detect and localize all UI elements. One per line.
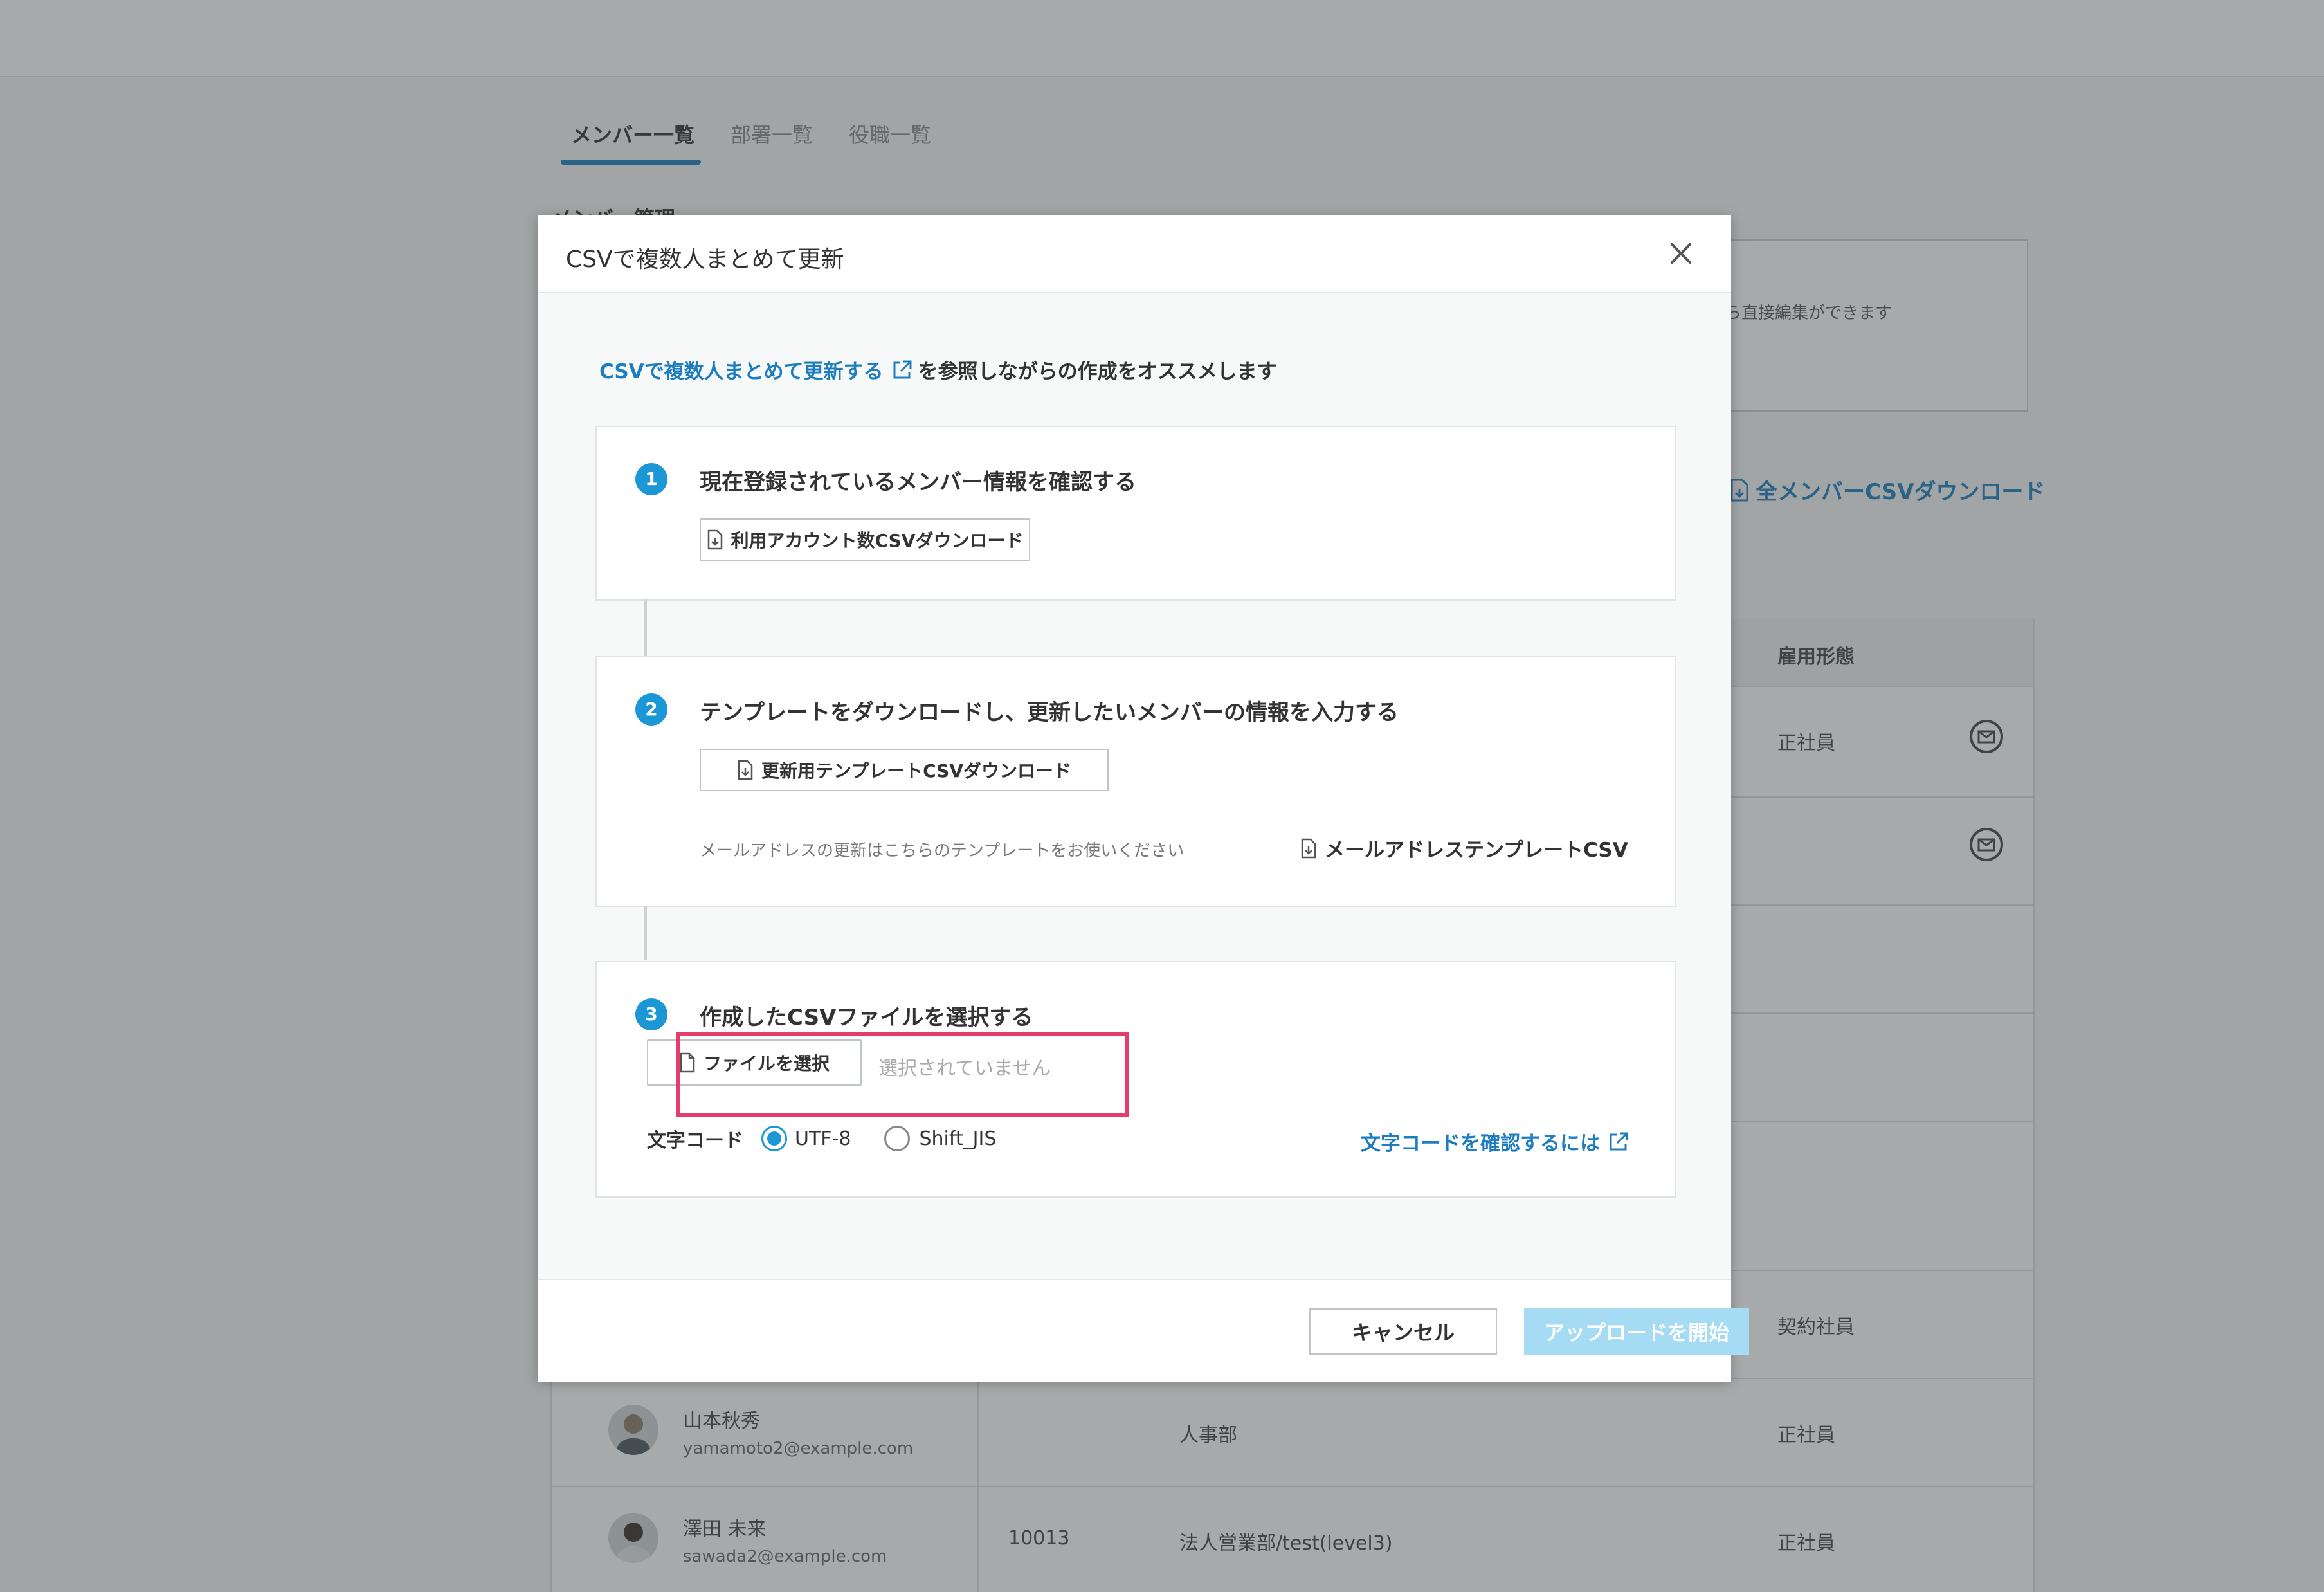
step-connector — [644, 906, 647, 960]
reference-help-link[interactable]: CSVで複数人まとめて更新する — [599, 355, 884, 384]
step-2-title: テンプレートをダウンロードし、更新したいメンバーの情報を入力する — [700, 700, 1399, 726]
mail-address-template-csv-link[interactable]: メールアドレステンプレートCSV — [1300, 834, 1628, 863]
shift-jis-label[interactable]: Shift_JIS — [919, 1128, 996, 1150]
close-icon[interactable] — [1664, 237, 1698, 270]
file-select-highlight-box — [676, 1032, 1129, 1117]
account-count-csv-download-button[interactable]: 利用アカウント数CSVダウンロード — [700, 518, 1030, 561]
csv-download-icon — [1301, 838, 1316, 858]
charset-label: 文字コード — [647, 1130, 743, 1152]
step-2-card: 2 テンプレートをダウンロードし、更新したいメンバーの情報を入力する 更新用テン… — [595, 656, 1676, 907]
reference-suffix: を参照しながらの作成をオススメします — [918, 360, 1277, 383]
step-1-title: 現在登録されているメンバー情報を確認する — [700, 470, 1136, 495]
button-label: 更新用テンプレートCSVダウンロード — [761, 760, 1072, 782]
step-3-number: 3 — [635, 998, 667, 1030]
dialog-title: CSVで複数人まとめて更新 — [566, 246, 844, 273]
dialog-header: CSVで複数人まとめて更新 — [538, 215, 1731, 293]
charset-selector: 文字コード UTF-8 Shift_JIS — [647, 1124, 996, 1153]
charset-help-label: 文字コードを確認するには — [1361, 1132, 1600, 1155]
cancel-button[interactable]: キャンセル — [1309, 1308, 1497, 1355]
external-link-icon — [1610, 1132, 1628, 1150]
reference-note: CSVで複数人まとめて更新する を参照しながらの作成をオススメします — [599, 355, 1277, 384]
step-1-card: 1 現在登録されているメンバー情報を確認する 利用アカウント数CSVダウンロード — [595, 426, 1676, 601]
csv-download-icon — [738, 760, 753, 780]
step-3-title: 作成したCSVファイルを選択する — [700, 1005, 1033, 1030]
csv-download-icon — [707, 529, 722, 550]
csv-bulk-update-dialog: CSVで複数人まとめて更新 CSVで複数人まとめて更新する を参照しながらの作成… — [538, 215, 1749, 1382]
shift-jis-radio[interactable] — [884, 1126, 911, 1151]
step-2-number: 2 — [635, 693, 667, 726]
step-1-number: 1 — [635, 463, 667, 495]
start-upload-button: アップロードを開始 — [1524, 1308, 1749, 1355]
utf8-radio[interactable] — [761, 1126, 787, 1151]
update-template-csv-download-button[interactable]: 更新用テンプレートCSVダウンロード — [700, 749, 1109, 791]
utf8-label[interactable]: UTF-8 — [795, 1128, 851, 1150]
email-update-hint: メールアドレスの更新はこちらのテンプレートをお使いください — [700, 841, 1185, 861]
link-label: メールアドレステンプレートCSV — [1325, 839, 1628, 862]
external-link-icon[interactable] — [891, 359, 913, 381]
charset-help-link[interactable]: 文字コードを確認するには — [1361, 1127, 1635, 1156]
button-label: 利用アカウント数CSVダウンロード — [731, 530, 1024, 551]
